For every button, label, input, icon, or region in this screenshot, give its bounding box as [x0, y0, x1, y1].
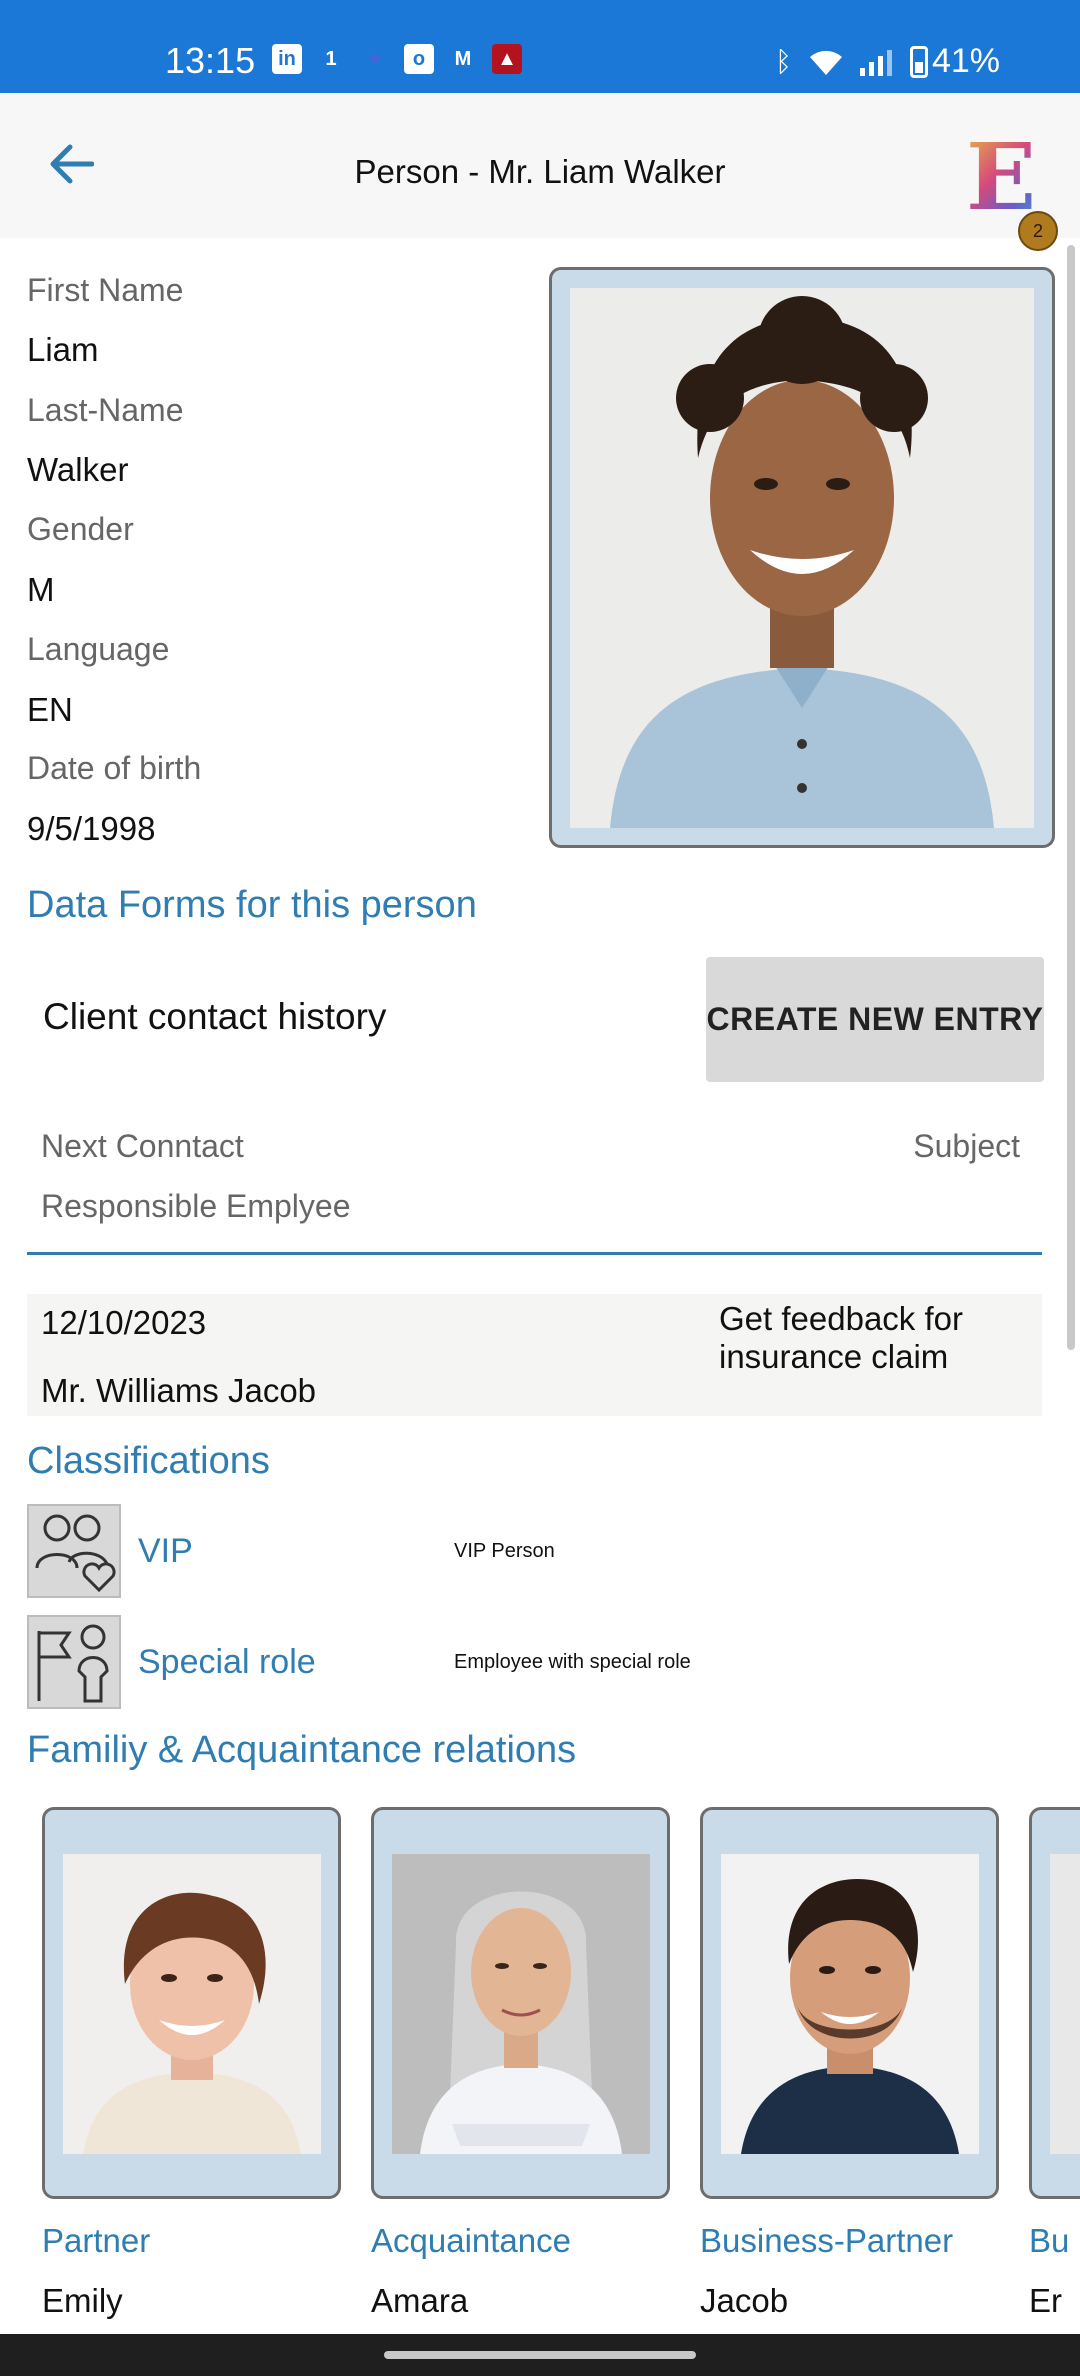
relation-type-partial: Bu	[1029, 2222, 1070, 2259]
relation-photo-jacob	[721, 1854, 979, 2154]
responsible-header: Responsible Emplyee	[41, 1188, 351, 1224]
classifications-title: Classifications	[27, 1440, 270, 1482]
classification-special-role[interactable]: Special role	[138, 1643, 316, 1682]
linkedin-icon: in	[272, 44, 302, 74]
app-icon: ▲	[492, 44, 522, 74]
relation-type-partner: Partner	[42, 2222, 151, 2259]
classification-vip-desc: VIP Person	[454, 1540, 555, 1562]
wifi-icon	[809, 50, 842, 75]
notification-badge: 2	[1018, 211, 1058, 251]
data-forms-title: Data Forms for this person	[27, 884, 477, 926]
flag-person-icon	[27, 1615, 121, 1709]
outlook-icon: o	[404, 44, 434, 74]
relation-name-partial: Er	[1029, 2282, 1062, 2319]
battery-indicator: 41%	[909, 42, 1000, 81]
gender-value: M	[27, 571, 55, 608]
language-value: EN	[27, 691, 73, 728]
last-name-value: Walker	[27, 451, 129, 488]
logo-letter: E	[966, 123, 1037, 231]
first-name-label: First Name	[27, 272, 184, 308]
last-name-label: Last-Name	[27, 392, 184, 428]
person-photo[interactable]	[549, 267, 1055, 848]
relation-card-partial[interactable]	[1029, 1807, 1080, 2199]
gemini-icon: ✦	[366, 48, 384, 71]
relation-type-acquaintance: Acquaintance	[371, 2222, 571, 2259]
people-heart-icon	[27, 1504, 121, 1598]
page-title: Person - Mr. Liam Walker	[354, 153, 726, 190]
relation-photo-amara	[392, 1854, 650, 2154]
person-photo-image	[570, 288, 1034, 828]
battery-icon	[909, 45, 928, 78]
one-icon: 1	[325, 47, 337, 70]
relation-card-acquaintance[interactable]	[371, 1807, 670, 2199]
system-nav-bar	[0, 2334, 1080, 2376]
create-new-entry-button[interactable]: CREATE NEW ENTRY	[706, 957, 1044, 1082]
table-row[interactable]: 12/10/2023 Get feedback for insurance cl…	[27, 1294, 1042, 1416]
entry-subject-line2: insurance claim	[719, 1338, 949, 1375]
status-time: 13:15	[165, 40, 256, 81]
relation-partial-text: Bu Er	[1029, 2222, 1080, 2322]
header-divider	[27, 1252, 1042, 1255]
relation-card-partner[interactable]	[42, 1807, 341, 2199]
first-name-value: Liam	[27, 331, 99, 368]
relation-card-business-partner[interactable]	[700, 1807, 999, 2199]
relation-name-jacob: Jacob	[700, 2282, 789, 2319]
battery-percent: 41%	[931, 42, 1000, 80]
status-bar: 13:15 in 1 ✦ o M ▲ ᛒ 41%	[0, 0, 1080, 93]
relation-photo-partial	[1050, 1854, 1080, 2154]
relation-name-amara: Amara	[371, 2282, 469, 2319]
bluetooth-icon: ᛒ	[775, 45, 792, 77]
classification-vip[interactable]: VIP	[138, 1532, 193, 1571]
entry-subject-line1: Get feedback for	[719, 1300, 963, 1337]
dob-value: 9/5/1998	[27, 810, 156, 847]
app-bar: Person - Mr. Liam Walker E 2	[0, 93, 1080, 251]
notification-icons: in 1 ✦ o M ▲	[272, 44, 522, 74]
relation-type-business-partner: Business-Partner	[700, 2222, 954, 2259]
signal-icon	[859, 49, 892, 76]
scrollbar[interactable]	[1067, 245, 1075, 1350]
system-icons: ᛒ 41%	[775, 42, 1000, 81]
dob-label: Date of birth	[27, 750, 202, 786]
gmail-icon: M	[454, 47, 472, 70]
language-label: Language	[27, 631, 170, 667]
classification-special-role-desc: Employee with special role	[454, 1651, 691, 1673]
entry-date: 12/10/2023	[41, 1304, 207, 1341]
gender-label: Gender	[27, 511, 134, 547]
entry-employee: Mr. Williams Jacob	[41, 1372, 317, 1409]
home-gesture-handle[interactable]	[384, 2351, 696, 2359]
next-contact-header: Next Conntact	[41, 1128, 244, 1164]
app-logo[interactable]: E 2	[966, 123, 1058, 251]
relations-title: Familiy & Acquaintance relations	[27, 1729, 577, 1771]
form-name: Client contact history	[43, 996, 387, 1037]
subject-header: Subject	[913, 1128, 1020, 1164]
relation-photo-emily	[63, 1854, 321, 2154]
relation-name-emily: Emily	[42, 2282, 123, 2319]
